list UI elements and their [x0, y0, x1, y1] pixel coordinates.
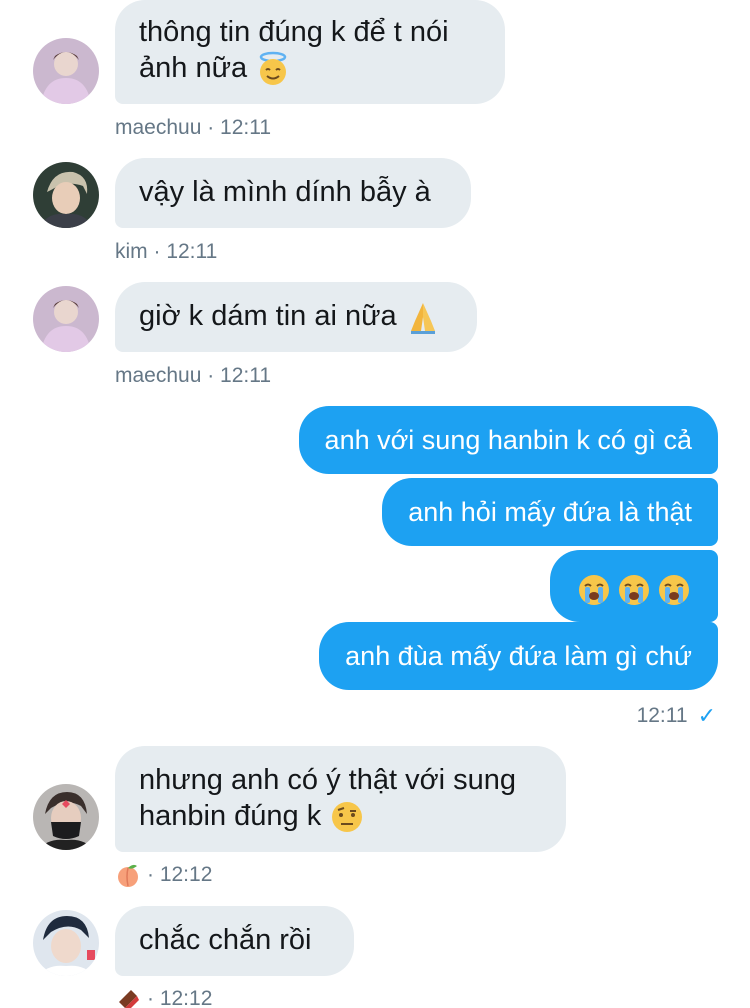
check-icon: ✓ [697, 703, 716, 728]
message-bubble-incoming[interactable]: giờ k dám tin ai nữa [115, 282, 477, 352]
message-bubble-outgoing[interactable]: 😭😭😭 [550, 550, 718, 622]
message-text-line: hanbin đúng k [139, 798, 542, 835]
message-bubble-incoming[interactable]: vậy là mình dính bẫy à [115, 158, 471, 228]
message-text-line: thông tin đúng k để t nói [139, 16, 449, 48]
message-meta: maechuu · 12:11 [115, 364, 272, 387]
message-meta: · 12:12 [115, 862, 212, 888]
message-time: · 12:12 [147, 987, 213, 1008]
avatar-user[interactable] [33, 784, 99, 850]
message-bubble-incoming[interactable]: nhưng anh có ý thật với sung hanbin đúng… [115, 746, 566, 852]
message-meta: maechuu · 12:11 [115, 116, 272, 139]
chocolate-bar-icon [119, 990, 139, 1008]
avatar-maechuu[interactable] [33, 286, 99, 352]
message-text-line: ảnh nữa [139, 50, 481, 87]
message-text: chắc chắn rồi [139, 924, 312, 956]
message-bubble-outgoing[interactable]: anh hỏi mấy đứa là thật [382, 478, 718, 546]
loudly-crying-face-icon [579, 575, 609, 605]
raised-eyebrow-face-icon [332, 802, 363, 833]
message-text: giờ k dám tin ai nữa [139, 298, 453, 335]
avatar-maechuu[interactable] [33, 38, 99, 104]
message-bubble-outgoing[interactable]: anh đùa mấy đứa làm gì chứ [319, 622, 718, 690]
message-text-line: nhưng anh có ý thật với sung [139, 764, 516, 796]
message-meta: · 12:12 [115, 986, 212, 1008]
dm-conversation: thông tin đúng k để t nói ảnh nữa maechu… [0, 0, 750, 1008]
message-meta: kim · 12:11 [115, 240, 218, 263]
message-time: · 12:12 [147, 863, 213, 886]
loudly-crying-face-icon [659, 575, 689, 605]
message-text: anh đùa mấy đứa làm gì chứ [345, 641, 692, 671]
avatar-kim[interactable] [33, 162, 99, 228]
message-meta-outgoing: 12:11 ✓ [637, 703, 716, 729]
message-bubble-incoming[interactable]: chắc chắn rồi [115, 906, 354, 976]
avatar-user[interactable] [33, 910, 99, 976]
halo-face-icon [259, 52, 287, 86]
message-text: anh hỏi mấy đứa là thật [408, 497, 692, 527]
folded-hands-icon [410, 303, 435, 335]
message-text: vậy là mình dính bẫy à [139, 176, 431, 208]
message-text: anh với sung hanbin k có gì cả [324, 425, 692, 455]
loudly-crying-face-icon [619, 575, 649, 605]
message-bubble-incoming[interactable]: thông tin đúng k để t nói ảnh nữa [115, 0, 505, 104]
message-time: 12:11 [636, 704, 688, 727]
message-bubble-outgoing[interactable]: anh với sung hanbin k có gì cả [298, 406, 718, 474]
peach-icon [118, 864, 138, 887]
